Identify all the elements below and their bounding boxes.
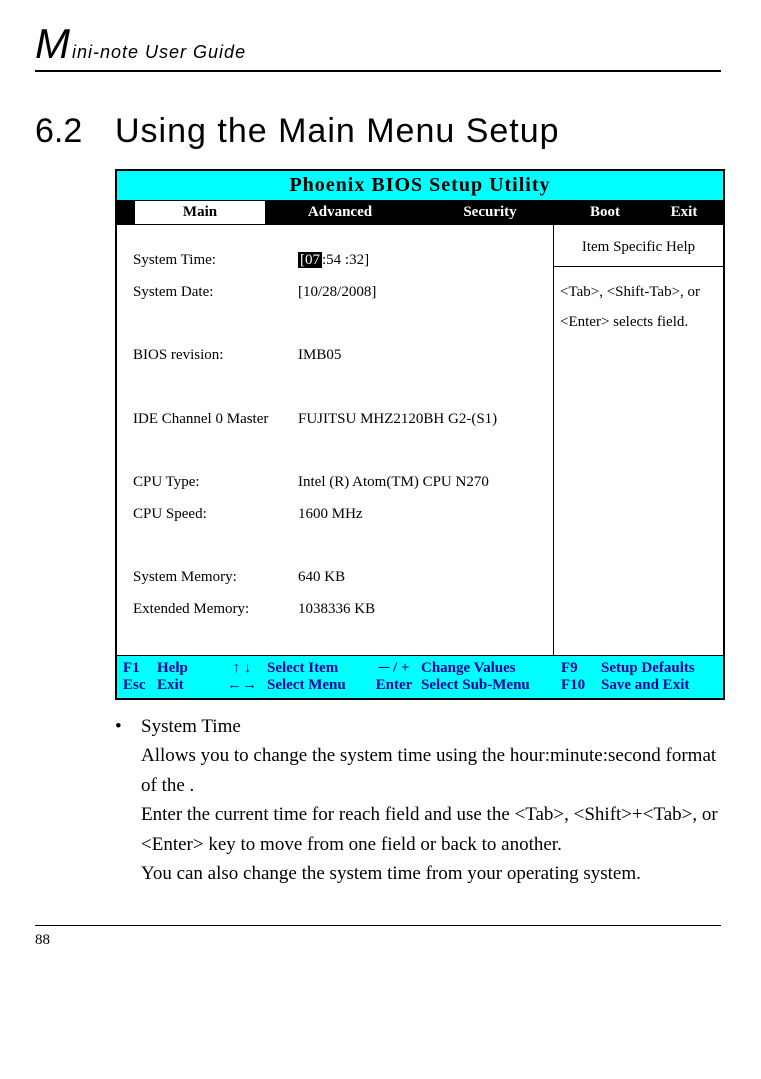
footer-row-2: Esc Exit ←→ Select Menu Enter Select Sub…: [123, 677, 717, 694]
tab-security[interactable]: Security: [415, 201, 565, 224]
tab-pad: [117, 201, 135, 224]
bios-main-panel: System Time: [07:54 :32] System Date: [1…: [117, 225, 553, 655]
row-ide: IDE Channel 0 Master FUJITSU MHZ2120BH G…: [133, 404, 541, 436]
value-cpu-type: Intel (R) Atom(TM) CPU N270: [298, 467, 541, 499]
label-cpu-speed: CPU Speed:: [133, 499, 298, 531]
bios-body: System Time: [07:54 :32] System Date: [1…: [117, 224, 723, 655]
label-cpu-type: CPU Type:: [133, 467, 298, 499]
header-initial: M: [35, 20, 71, 68]
paragraph-3: You can also change the system time from…: [141, 859, 725, 888]
row-system-time: System Time: [07:54 :32]: [133, 245, 541, 277]
bullet-title: System Time: [141, 712, 725, 741]
footer-row-1: F1 Help ↑ ↓ Select Item ─ / + Change Val…: [123, 660, 717, 677]
row-bios-rev: BIOS revision: IMB05: [133, 340, 541, 372]
section-number: 6.2: [35, 112, 115, 151]
label-sys-mem: System Memory:: [133, 562, 298, 594]
paragraph-1: Allows you to change the system time usi…: [141, 741, 725, 800]
body-text: • System Time Allows you to change the s…: [115, 712, 725, 889]
value-cpu-speed: 1600 MHz: [298, 499, 541, 531]
key-f10: F10: [561, 677, 601, 694]
bios-title: Phoenix BIOS Setup Utility: [117, 171, 723, 201]
bullet-dot-icon: •: [115, 712, 141, 889]
help-text: <Tab>, <Shift-Tab>, or <Enter> selects f…: [554, 267, 723, 347]
key-enter: Enter: [367, 677, 421, 694]
page-footer: 88: [35, 925, 721, 949]
value-sys-mem: 640 KB: [298, 562, 541, 594]
label-system-time: System Time:: [133, 245, 298, 277]
tab-boot[interactable]: Boot: [565, 201, 645, 224]
action-select-item: Select Item: [267, 660, 367, 677]
help-title: Item Specific Help: [554, 225, 723, 267]
label-ext-mem: Extended Memory:: [133, 594, 298, 626]
row-ext-mem: Extended Memory: 1038336 KB: [133, 594, 541, 626]
spacer: [133, 372, 541, 404]
value-system-time[interactable]: [07:54 :32]: [298, 245, 541, 277]
tab-advanced[interactable]: Advanced: [265, 201, 415, 224]
key-updown: ↑ ↓: [217, 660, 267, 677]
time-hour-selected[interactable]: [07: [298, 252, 322, 268]
action-select-submenu: Select Sub-Menu: [421, 677, 561, 694]
paragraph-2: Enter the current time for reach field a…: [141, 800, 725, 859]
tab-main[interactable]: Main: [135, 201, 265, 224]
label-bios-rev: BIOS revision:: [133, 340, 298, 372]
key-f1: F1: [123, 660, 157, 677]
action-exit: Exit: [157, 677, 217, 694]
label-system-date: System Date:: [133, 277, 298, 309]
bullet-item: • System Time Allows you to change the s…: [115, 712, 725, 889]
row-sys-mem: System Memory: 640 KB: [133, 562, 541, 594]
key-f9: F9: [561, 660, 601, 677]
bios-screenshot: Phoenix BIOS Setup Utility Main Advanced…: [115, 169, 725, 700]
action-help: Help: [157, 660, 217, 677]
value-system-date[interactable]: [10/28/2008]: [298, 277, 541, 309]
action-change-values: Change Values: [421, 660, 561, 677]
bullet-content: System Time Allows you to change the sys…: [141, 712, 725, 889]
key-esc: Esc: [123, 677, 157, 694]
tab-exit[interactable]: Exit: [645, 201, 723, 224]
value-bios-rev: IMB05: [298, 340, 541, 372]
section-heading: 6.2 Using the Main Menu Setup: [35, 112, 721, 151]
action-save-exit: Save and Exit: [601, 677, 717, 694]
bios-footer: F1 Help ↑ ↓ Select Item ─ / + Change Val…: [117, 655, 723, 698]
key-leftright: ←→: [217, 677, 267, 694]
value-ide: FUJITSU MHZ2120BH G2-(S1): [298, 404, 541, 436]
action-setup-defaults: Setup Defaults: [601, 660, 717, 677]
key-minusplus: ─ / +: [367, 660, 421, 677]
bios-help-panel: Item Specific Help <Tab>, <Shift-Tab>, o…: [553, 225, 723, 655]
spacer: [133, 435, 541, 467]
action-select-menu: Select Menu: [267, 677, 367, 694]
row-system-date: System Date: [10/28/2008]: [133, 277, 541, 309]
row-cpu-type: CPU Type: Intel (R) Atom(TM) CPU N270: [133, 467, 541, 499]
time-rest: :54 :32]: [322, 252, 369, 268]
row-cpu-speed: CPU Speed: 1600 MHz: [133, 499, 541, 531]
spacer: [133, 530, 541, 562]
header-text: ini-note User Guide: [72, 42, 246, 63]
spacer: [133, 308, 541, 340]
label-ide: IDE Channel 0 Master: [133, 404, 298, 436]
page-number: 88: [35, 932, 721, 949]
bios-tabs: Main Advanced Security Boot Exit: [117, 201, 723, 224]
page-header: M ini-note User Guide: [35, 20, 721, 72]
value-ext-mem: 1038336 KB: [298, 594, 541, 626]
section-title: Using the Main Menu Setup: [115, 112, 560, 151]
page: M ini-note User Guide 6.2 Using the Main…: [0, 0, 761, 969]
